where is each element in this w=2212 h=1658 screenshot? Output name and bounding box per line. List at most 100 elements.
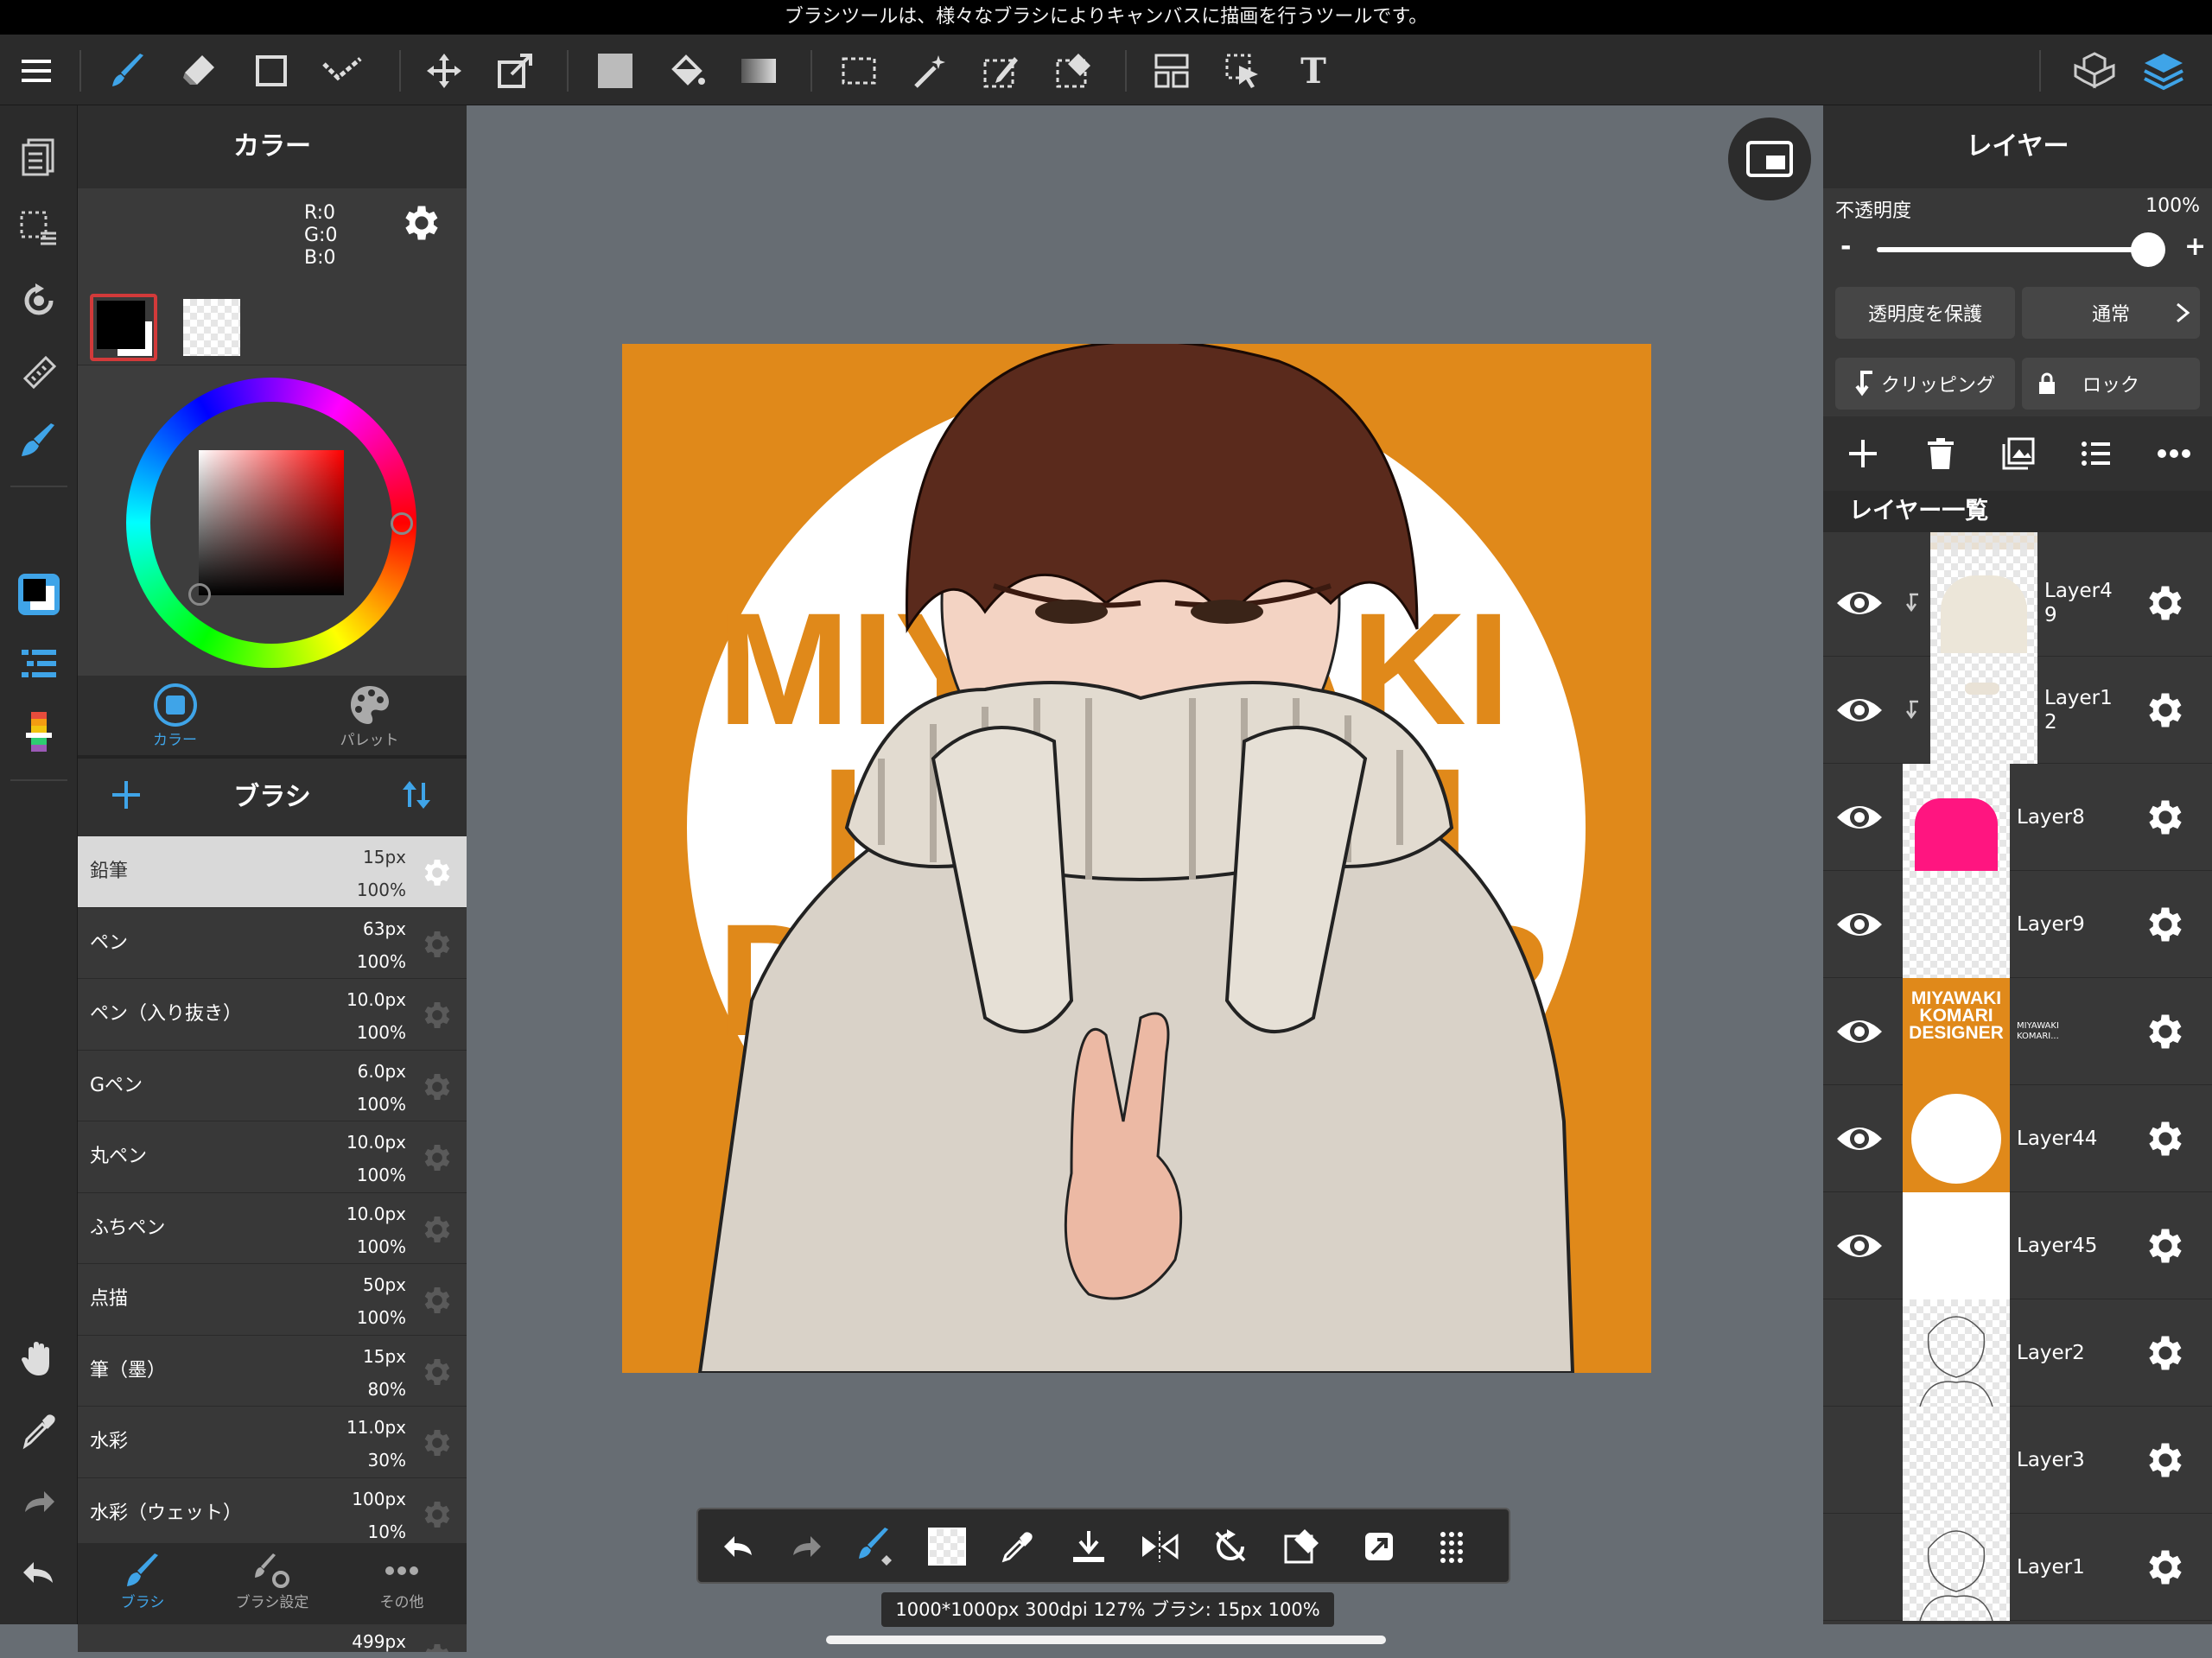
transparent-color-icon[interactable] <box>925 1524 969 1569</box>
brush-swap-icon[interactable] <box>854 1524 899 1569</box>
visibility-eye-icon[interactable] <box>1835 1222 1884 1270</box>
brush-settings-gear-icon[interactable] <box>420 1140 454 1175</box>
brush-settings-gear-icon[interactable] <box>420 1426 454 1460</box>
brush-item[interactable]: 水彩（ウェット） 100px 10% <box>78 1477 467 1549</box>
tab-other[interactable]: その他 <box>337 1552 467 1611</box>
protect-alpha-button[interactable]: 透明度を保護 <box>1835 287 2015 339</box>
save-icon[interactable] <box>1066 1524 1111 1569</box>
brush-item[interactable]: ふちペン 10.0px 100% <box>78 1192 467 1264</box>
layer-settings-gear-icon[interactable] <box>2143 795 2188 840</box>
clipping-button[interactable]: クリッピング <box>1835 358 2015 410</box>
more-options-icon[interactable] <box>2152 431 2196 476</box>
color-palette-icon[interactable] <box>16 710 61 755</box>
color-swatch-icon[interactable] <box>16 572 61 617</box>
opacity-minus-button[interactable]: - <box>1840 232 1851 262</box>
layer-settings-gear-icon[interactable] <box>2143 688 2188 733</box>
flip-icon[interactable] <box>1137 1524 1182 1569</box>
visibility-eye-icon[interactable] <box>1835 793 1884 842</box>
ruler-icon[interactable] <box>16 349 61 394</box>
frame-divider-icon[interactable] <box>1149 48 1194 93</box>
hand-icon[interactable] <box>16 1336 61 1381</box>
saturation-value-square[interactable] <box>199 450 344 595</box>
rotate-icon[interactable] <box>16 278 61 323</box>
add-layer-icon[interactable] <box>1840 431 1885 476</box>
layer-row[interactable]: Layer8 <box>1823 764 2212 871</box>
blend-mode-button[interactable]: 通常 <box>2022 287 2200 339</box>
brush-settings-gear-icon[interactable] <box>420 998 454 1032</box>
undo-icon[interactable] <box>16 1550 61 1595</box>
hue-handle[interactable] <box>391 512 413 535</box>
brush-item[interactable]: 499px <box>78 1620 467 1652</box>
brush-settings-gear-icon[interactable] <box>420 1355 454 1389</box>
dot-tool-icon[interactable] <box>320 48 365 93</box>
layers-icon[interactable] <box>2141 48 2186 93</box>
tab-brush[interactable]: ブラシ <box>78 1552 207 1611</box>
lock-button[interactable]: ロック <box>2022 358 2200 410</box>
layer-settings-gear-icon[interactable] <box>2143 1223 2188 1268</box>
opacity-plus-button[interactable]: + <box>2184 232 2206 262</box>
layer-settings-gear-icon[interactable] <box>2143 902 2188 947</box>
layer-row[interactable]: Layer3 <box>1823 1407 2212 1514</box>
select-eraser-icon[interactable] <box>1051 48 1096 93</box>
opacity-slider[interactable] <box>1877 232 2165 267</box>
fill-color-icon[interactable] <box>593 48 638 93</box>
color-handle[interactable] <box>188 583 211 606</box>
menu-icon[interactable] <box>14 48 59 93</box>
sort-brush-icon[interactable] <box>399 778 434 812</box>
brush-item[interactable]: Gペン 6.0px 100% <box>78 1050 467 1121</box>
layer-settings-gear-icon[interactable] <box>2143 1545 2188 1590</box>
eyedropper-icon[interactable] <box>16 1408 61 1453</box>
select-layer-icon[interactable] <box>16 206 61 251</box>
eraser-tool-icon[interactable] <box>176 48 221 93</box>
visibility-eye-icon[interactable] <box>1835 1007 1884 1056</box>
gradient-tool-icon[interactable] <box>736 48 781 93</box>
layer-list-icon[interactable] <box>16 641 61 686</box>
visibility-eye-icon[interactable] <box>1835 1115 1884 1163</box>
import-image-icon[interactable] <box>1996 431 2041 476</box>
picture-in-picture-icon[interactable] <box>1728 118 1811 200</box>
gallery-icon[interactable] <box>16 135 61 180</box>
brush-item[interactable]: ペン 63px 100% <box>78 907 467 979</box>
layer-menu-list-icon[interactable] <box>2074 431 2119 476</box>
select-pen-icon[interactable] <box>978 48 1023 93</box>
layer-row[interactable]: Layer1 <box>1823 1514 2212 1621</box>
materials-icon[interactable] <box>2072 48 2117 93</box>
brush-item[interactable]: 水彩 11.0px 30% <box>78 1407 467 1478</box>
visibility-eye-icon[interactable] <box>1835 579 1884 627</box>
bucket-tool-icon[interactable] <box>664 48 709 93</box>
add-brush-icon[interactable] <box>109 778 143 812</box>
eyedropper-icon[interactable] <box>995 1524 1040 1569</box>
brush-item[interactable]: 点描 50px 100% <box>78 1264 467 1336</box>
layer-row[interactable]: Layer4 9 <box>1823 549 2212 657</box>
brush-settings-gear-icon[interactable] <box>420 1212 454 1247</box>
layer-row[interactable]: Layer1 2 <box>1823 657 2212 764</box>
brush-item[interactable]: 筆（墨） 15px 80% <box>78 1335 467 1407</box>
snap-icon[interactable] <box>1279 1524 1324 1569</box>
share-icon[interactable] <box>1357 1524 1402 1569</box>
tab-color[interactable]: カラー <box>78 683 272 752</box>
undo-icon[interactable] <box>715 1524 760 1569</box>
layer-row[interactable]: Layer45 <box>1823 1192 2212 1299</box>
brush-item[interactable]: 丸ペン 10.0px 100% <box>78 1121 467 1193</box>
magic-wand-icon[interactable] <box>907 48 952 93</box>
layer-settings-gear-icon[interactable] <box>2143 1116 2188 1161</box>
opacity-slider-knob[interactable] <box>2131 232 2165 267</box>
layer-row[interactable]: MIYAWAKI KOMARI DESIGNER MIYAWAKI KOMARI... <box>1823 978 2212 1085</box>
transform-tool-icon[interactable] <box>493 48 537 93</box>
text-tool-icon[interactable]: T <box>1291 48 1336 93</box>
shape-tool-icon[interactable] <box>249 48 294 93</box>
layer-row[interactable]: Layer2 <box>1823 1299 2212 1407</box>
layer-settings-gear-icon[interactable] <box>2143 1009 2188 1054</box>
brush-settings-gear-icon[interactable] <box>420 1497 454 1532</box>
layer-settings-gear-icon[interactable] <box>2143 1438 2188 1483</box>
brush-color-icon[interactable] <box>16 418 61 463</box>
redo-icon[interactable] <box>16 1479 61 1524</box>
brush-settings-gear-icon[interactable] <box>420 927 454 962</box>
brush-item[interactable]: ペン（入り抜き） 10.0px 100% <box>78 979 467 1051</box>
brush-settings-gear-icon[interactable] <box>420 1070 454 1104</box>
operation-tool-icon[interactable] <box>1220 48 1265 93</box>
brush-settings-gear-icon[interactable] <box>420 1640 454 1652</box>
select-rect-icon[interactable] <box>836 48 881 93</box>
layer-settings-gear-icon[interactable] <box>2143 1331 2188 1375</box>
brush-settings-gear-icon[interactable] <box>420 855 454 890</box>
